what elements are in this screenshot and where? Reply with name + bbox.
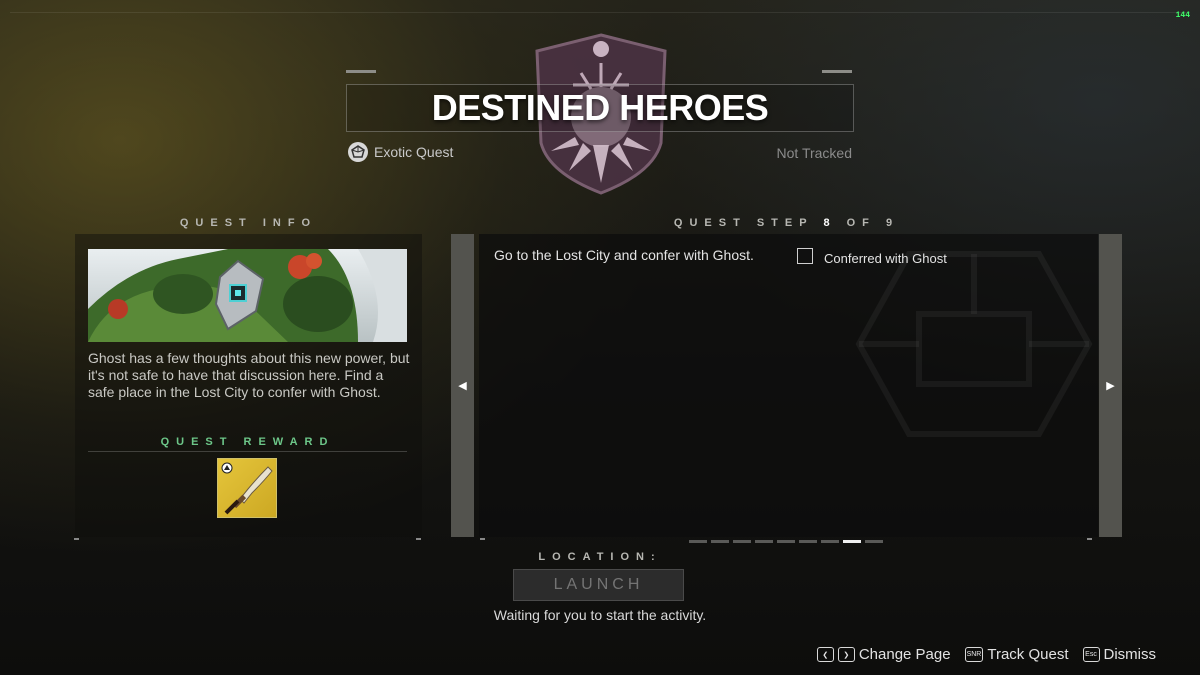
arrow-left-icon: ◀ [458,380,467,392]
fps-counter: 144 [1175,11,1190,20]
objective-checkbox [797,248,813,264]
activity-status: Waiting for you to start the activity. [493,607,707,623]
previous-step-button[interactable]: ◀ [451,234,474,537]
quest-step-text: Go to the Lost City and confer with Ghos… [494,247,754,263]
page-title: DESTINED HEROES [431,87,769,128]
quest-image [88,249,407,342]
pager-dot[interactable] [821,540,839,543]
launch-button[interactable]: LAUNCH [513,569,684,601]
pager-dot[interactable] [865,540,883,543]
pager-dot[interactable] [843,540,861,543]
panel-corner [480,538,485,540]
exotic-weapon-icon [221,462,273,515]
quest-type-label: Exotic Quest [374,144,454,160]
ghost-watermark-icon [855,251,1093,437]
pager-dot[interactable] [777,540,795,543]
quest-step-current: 8 [823,217,837,229]
quest-step-panel [479,234,1098,537]
key-left-icon: ❮ [816,647,834,662]
exotic-reward-item[interactable] [217,458,277,518]
dismiss-hint[interactable]: Esc Dismiss [1082,646,1157,663]
tracked-status: Not Tracked [776,145,852,161]
pager-dot[interactable] [711,540,729,543]
exotic-quest-icon [348,142,368,162]
next-step-button[interactable]: ▶ [1099,234,1122,537]
footer-hints: ❮ ❯ Change Page SNR Track Quest Esc Dism… [816,646,1157,663]
title-deco-right [822,70,852,73]
key-right-icon: ❯ [837,647,855,662]
location-label: LOCATION: [538,551,662,563]
step-pager [689,540,883,543]
dismiss-label: Dismiss [1103,646,1157,663]
pager-dot[interactable] [689,540,707,543]
panel-corner [1087,538,1092,540]
pager-dot[interactable] [755,540,773,543]
quest-info-label: QUEST INFO [179,217,318,229]
quest-step-total: 9 [885,217,900,229]
title-deco-left [346,70,376,73]
track-quest-hint[interactable]: SNR Track Quest [964,646,1069,663]
pager-dot[interactable] [733,540,751,543]
track-quest-label: Track Quest [987,646,1069,663]
panel-corner [74,538,79,540]
panel-corner [416,538,421,540]
quest-type: Exotic Quest [348,142,453,162]
top-divider [10,12,1190,13]
arrow-right-icon: ▶ [1106,380,1115,392]
quest-reward-label: QUEST REWARD [160,436,335,448]
change-page-hint[interactable]: ❮ ❯ Change Page [816,646,951,663]
key-esc-icon: Esc [1082,647,1100,662]
change-page-label: Change Page [858,646,951,663]
title-box: DESTINED HEROES [346,84,854,132]
reward-divider [88,451,407,452]
quest-description: Ghost has a few thoughts about this new … [88,350,410,400]
quest-step-label: QUEST STEP 8 OF 9 [673,217,900,229]
objective-label: Conferred with Ghost [824,251,947,266]
key-track-icon: SNR [964,647,984,662]
pager-dot[interactable] [799,540,817,543]
